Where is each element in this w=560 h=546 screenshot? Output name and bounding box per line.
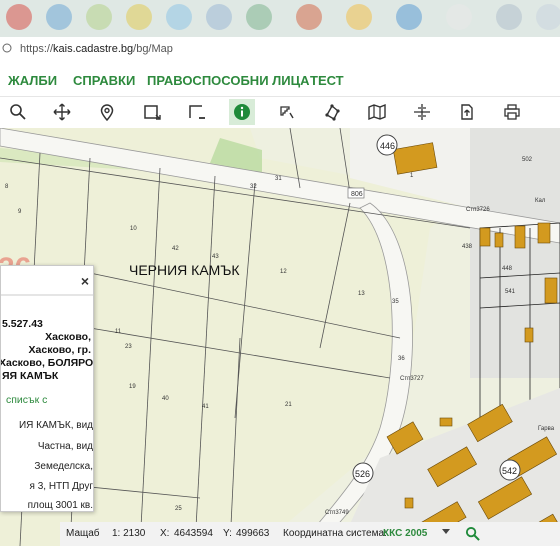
parcel-identifier: 5.527.43	[2, 318, 43, 330]
description-line: ИЯ КАМЪК, вид	[18, 420, 93, 431]
building	[514, 225, 526, 249]
building	[439, 417, 453, 427]
svg-text:25: 25	[175, 506, 182, 512]
panel-divider	[1, 294, 93, 296]
parcel-info-panel: × 5.527.43 Хасково, Хасково, гр. Хасково…	[0, 265, 94, 512]
menu-item-qualified-persons[interactable]: ПРАВОСПОСОБНИ ЛИЦА	[147, 73, 310, 88]
info-circle-icon[interactable]	[2, 43, 12, 53]
chevron-down-icon[interactable]	[442, 529, 450, 534]
locality-label: ЧЕРНИЯ КАМЪК	[129, 262, 240, 278]
tab-favicon[interactable]	[126, 4, 152, 30]
scale-value[interactable]: 1: 2130	[112, 528, 145, 539]
building	[479, 227, 491, 247]
svg-text:13: 13	[358, 291, 365, 297]
pan-icon[interactable]	[49, 99, 75, 125]
quarter-number: 526	[355, 469, 370, 479]
description-line: площ 3001 кв.	[27, 500, 93, 511]
building	[537, 222, 551, 244]
coordinate-system-label: Координатна система:	[283, 528, 387, 539]
svg-text:31: 31	[275, 176, 282, 182]
svg-text:10: 10	[130, 226, 137, 232]
svg-text:438: 438	[462, 244, 473, 250]
svg-text:Стп3727: Стп3727	[400, 376, 424, 382]
print-icon[interactable]	[499, 99, 525, 125]
browser-tab-strip	[0, 0, 560, 37]
menu-item-complaints[interactable]: ЖАЛБИ	[8, 73, 57, 88]
tab-favicon[interactable]	[86, 4, 112, 30]
road-number: 806	[351, 191, 363, 198]
address-bar[interactable]: https://kais.cadastre.bg/bg/Map	[0, 37, 560, 63]
urban-area	[470, 128, 560, 378]
tab-favicon[interactable]	[246, 4, 272, 30]
quarter-number: 446	[380, 141, 395, 151]
tab-favicon[interactable]	[446, 4, 472, 30]
address-line: Хасково, гр.	[28, 344, 91, 356]
tab-favicon[interactable]	[166, 4, 192, 30]
map-status-bar: Мащаб 1: 2130 X: 4643594 Y: 499663 Коорд…	[60, 522, 560, 546]
x-coordinate: 4643594	[174, 528, 213, 539]
building	[404, 497, 414, 509]
close-icon[interactable]: ×	[81, 273, 89, 289]
zoom-icon[interactable]	[5, 99, 31, 125]
tab-favicon[interactable]	[206, 4, 232, 30]
polygon-icon[interactable]	[319, 99, 345, 125]
svg-text:35: 35	[392, 299, 399, 305]
export-icon[interactable]	[454, 99, 480, 125]
svg-text:40: 40	[162, 396, 169, 402]
search-icon[interactable]	[465, 526, 480, 541]
menu-item-references[interactable]: СПРАВКИ	[73, 73, 135, 88]
svg-text:43: 43	[212, 254, 219, 260]
svg-text:448: 448	[502, 266, 513, 272]
tab-favicon[interactable]	[396, 4, 422, 30]
main-menu: ЖАЛБИ СПРАВКИ ПРАВОСПОСОБНИ ЛИЦА ТЕСТ	[0, 62, 560, 97]
tab-favicon[interactable]	[536, 4, 560, 30]
tab-favicon[interactable]	[46, 4, 72, 30]
url-text[interactable]: https://kais.cadastre.bg/bg/Map	[20, 43, 173, 55]
svg-text:12: 12	[280, 269, 287, 275]
building	[524, 327, 534, 343]
svg-text:541: 541	[505, 289, 516, 295]
scale-label: Мащаб	[66, 528, 100, 539]
measure-icon[interactable]	[274, 99, 300, 125]
y-label: Y:	[223, 528, 232, 539]
description-line: Земеделска,	[34, 461, 93, 472]
address-line: Хасково,	[45, 331, 91, 343]
svg-text:Стп3726: Стп3726	[466, 207, 490, 213]
x-label: X:	[160, 528, 170, 539]
owners-list-link[interactable]: списък с	[6, 394, 47, 406]
building	[494, 232, 504, 248]
location-pin-icon[interactable]	[94, 99, 120, 125]
svg-text:Кал: Кал	[535, 198, 546, 204]
tab-favicon[interactable]	[6, 4, 32, 30]
coordinate-system-select[interactable]: ККС 2005	[383, 528, 427, 539]
info-icon[interactable]	[229, 99, 255, 125]
building	[544, 277, 558, 304]
svg-text:Гарва: Гарва	[538, 426, 555, 432]
select-rect-icon[interactable]	[139, 99, 165, 125]
svg-text:41: 41	[202, 404, 209, 410]
map-toolbar	[0, 97, 560, 129]
map-layers-icon[interactable]	[364, 99, 390, 125]
svg-text:502: 502	[522, 157, 533, 163]
svg-text:36: 36	[398, 356, 405, 362]
svg-text:32: 32	[250, 184, 257, 190]
svg-text:23: 23	[125, 344, 132, 350]
menu-item-test[interactable]: ТЕСТ	[310, 73, 344, 88]
crosshair-icon[interactable]	[409, 99, 435, 125]
svg-text:42: 42	[172, 246, 179, 252]
svg-text:Стп3749: Стп3749	[325, 510, 349, 516]
address-line: Хасково, БОЛЯРОВО,	[0, 357, 94, 369]
description-line: Частна, вид	[37, 441, 93, 452]
quarter-number: 542	[502, 466, 517, 476]
svg-text:11: 11	[115, 329, 122, 335]
y-coordinate: 499663	[236, 528, 270, 539]
address-line: ЯЯ КАМЪК	[2, 370, 59, 382]
tab-favicon[interactable]	[346, 4, 372, 30]
svg-text:21: 21	[285, 402, 292, 408]
description-line: я 3, НТП Друг	[29, 481, 93, 492]
deselect-icon[interactable]	[184, 99, 210, 125]
svg-text:19: 19	[129, 384, 136, 390]
tab-favicon[interactable]	[496, 4, 522, 30]
tab-favicon[interactable]	[296, 4, 322, 30]
